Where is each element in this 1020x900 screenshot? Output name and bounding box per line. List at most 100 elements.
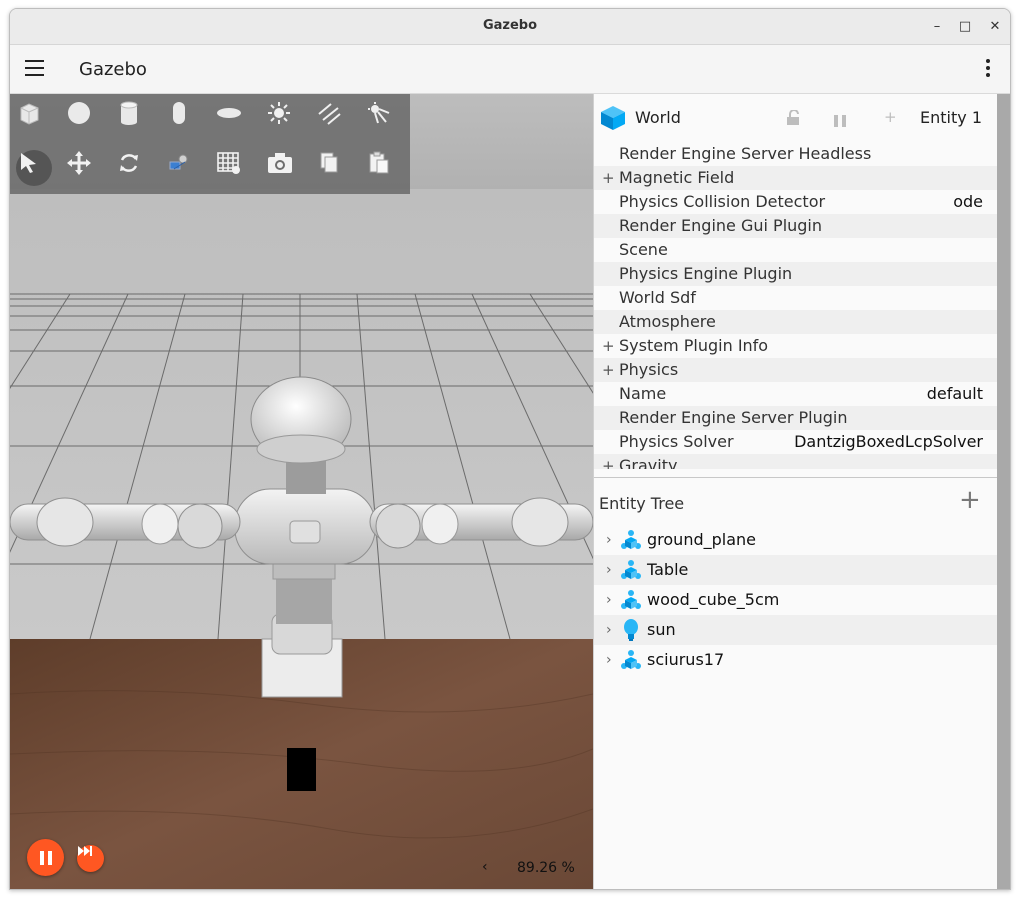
transform-control-icon[interactable] — [166, 150, 202, 186]
ellipsoid-icon[interactable] — [216, 100, 252, 136]
property-row[interactable]: + Gravity — [594, 454, 997, 469]
scene-render — [10, 94, 593, 889]
property-label: Render Engine Server Plugin — [619, 408, 848, 427]
expand-icon[interactable]: + — [602, 166, 615, 190]
step-forward-button[interactable] — [77, 845, 104, 872]
light-icon — [619, 618, 643, 642]
pause-button[interactable] — [27, 839, 64, 876]
entity-id-label: Entity 1 — [920, 108, 982, 127]
app-header: Gazebo — [10, 45, 1010, 94]
tree-item-sciurus17[interactable]: › sciurus17 — [594, 645, 997, 675]
directional-light-icon[interactable] — [316, 100, 352, 136]
property-label: World Sdf — [619, 288, 696, 307]
property-row[interactable]: + Magnetic Field — [594, 166, 997, 190]
right-panel: World + Entity 1 Render Engine Server He… — [593, 94, 1010, 889]
rotate-icon[interactable] — [116, 150, 152, 186]
scene-toolbar — [10, 94, 410, 194]
title-bar[interactable]: Gazebo – □ ✕ — [10, 9, 1010, 45]
property-row: Physics Engine Plugin — [594, 262, 997, 286]
fast-forward-icon — [78, 846, 92, 856]
property-label: Physics — [619, 360, 679, 379]
entity-tree-title: Entity Tree — [599, 494, 685, 513]
tree-item-sun[interactable]: › sun — [594, 615, 997, 645]
app-title: Gazebo — [79, 59, 147, 80]
capsule-icon[interactable] — [166, 100, 202, 136]
box-icon[interactable] — [16, 100, 52, 136]
model-icon — [619, 558, 643, 582]
property-label: Magnetic Field — [619, 168, 735, 187]
component-property-list: Render Engine Server Headless + Magnetic … — [594, 142, 997, 469]
spot-light-icon[interactable] — [366, 100, 402, 136]
property-label: Scene — [619, 240, 668, 259]
expand-icon[interactable]: + — [602, 454, 615, 469]
property-label: Render Engine Server Headless — [619, 144, 872, 163]
property-row: Render Engine Server Plugin — [594, 406, 997, 430]
property-value: default — [926, 384, 983, 403]
tree-item-table[interactable]: › Table — [594, 555, 997, 585]
window-title: Gazebo — [482, 18, 538, 33]
property-row: Atmosphere — [594, 310, 997, 334]
hamburger-menu-icon[interactable] — [25, 60, 45, 78]
property-row[interactable]: + Physics — [594, 358, 997, 382]
model-icon — [619, 528, 643, 552]
close-button[interactable]: ✕ — [986, 18, 1004, 36]
property-value: DantzigBoxedLcpSolver — [794, 432, 983, 451]
add-component-icon[interactable]: + — [884, 108, 897, 126]
model-icon — [619, 588, 643, 612]
component-inspector-header: World + Entity 1 — [594, 94, 997, 142]
real-time-factor: 89.26 % — [517, 860, 575, 876]
property-label: Physics Engine Plugin — [619, 264, 793, 283]
cylinder-icon[interactable] — [116, 100, 152, 136]
property-label: Atmosphere — [619, 312, 716, 331]
inspector-pause-icon[interactable] — [834, 112, 850, 131]
chevron-right-icon[interactable]: › — [606, 585, 612, 615]
minimize-button[interactable]: – — [928, 18, 946, 36]
property-label: Name — [619, 384, 667, 403]
tree-item-label: ground_plane — [647, 530, 756, 549]
maximize-button[interactable]: □ — [956, 18, 974, 36]
property-label: Gravity — [619, 456, 678, 469]
property-value: ode — [953, 192, 983, 211]
scene-3d-viewport[interactable]: ‹ 89.26 % — [10, 94, 593, 889]
world-cube-icon — [600, 105, 626, 135]
chevron-right-icon[interactable]: › — [606, 555, 612, 585]
chevron-right-icon[interactable]: › — [606, 615, 612, 645]
tree-item-label: wood_cube_5cm — [647, 590, 780, 609]
lock-icon[interactable] — [785, 109, 801, 130]
paste-icon[interactable] — [366, 150, 402, 186]
kebab-menu-icon[interactable] — [986, 59, 992, 81]
point-light-icon[interactable] — [266, 100, 302, 136]
entity-tree-list: › ground_plane › Table › wood_cube_5cm ›… — [594, 525, 997, 675]
selected-entity-name: World — [635, 108, 681, 127]
property-row: Scene — [594, 238, 997, 262]
copy-icon[interactable] — [316, 150, 352, 186]
property-row: Physics Solver DantzigBoxedLcpSolver — [594, 430, 997, 454]
select-icon[interactable] — [16, 150, 52, 186]
screenshot-icon[interactable] — [266, 150, 302, 186]
translate-icon[interactable] — [66, 150, 102, 186]
property-row: Render Engine Server Headless — [594, 142, 997, 166]
property-row: Physics Collision Detector ode — [594, 190, 997, 214]
property-row: Name default — [594, 382, 997, 406]
chevron-right-icon[interactable]: › — [606, 645, 612, 675]
property-row: Render Engine Gui Plugin — [594, 214, 997, 238]
tree-item-label: Table — [647, 560, 689, 579]
property-label: System Plugin Info — [619, 336, 769, 355]
tree-item-wood-cube[interactable]: › wood_cube_5cm — [594, 585, 997, 615]
grid-snap-icon[interactable] — [216, 150, 252, 186]
chevron-right-icon[interactable]: › — [606, 525, 612, 555]
sphere-icon[interactable] — [66, 100, 102, 136]
property-row: World Sdf — [594, 286, 997, 310]
rtf-expand-icon[interactable]: ‹ — [482, 859, 488, 875]
tree-item-label: sun — [647, 620, 676, 639]
expand-icon[interactable]: + — [602, 358, 615, 382]
model-icon — [619, 648, 643, 672]
panel-scrollbar[interactable] — [997, 94, 1010, 889]
expand-icon[interactable]: + — [602, 334, 615, 358]
property-row[interactable]: + System Plugin Info — [594, 334, 997, 358]
property-label: Physics Collision Detector — [619, 192, 826, 211]
panel-divider[interactable] — [594, 477, 997, 478]
app-window: Gazebo – □ ✕ Gazebo ‹ 89.26 % World + En… — [9, 8, 1011, 890]
tree-item-ground-plane[interactable]: › ground_plane — [594, 525, 997, 555]
add-entity-icon[interactable]: + — [959, 487, 981, 513]
